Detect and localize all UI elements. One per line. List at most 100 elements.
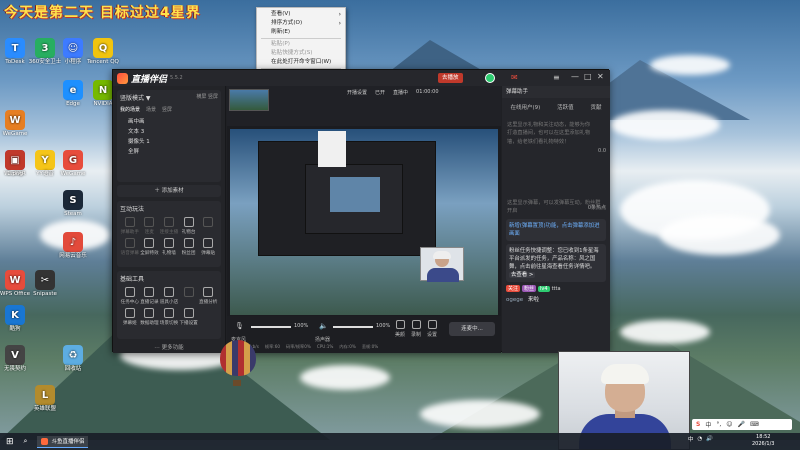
source-item[interactable]: 全屏 — [120, 147, 218, 157]
scene-tab-mine[interactable]: 我的场景 — [120, 106, 140, 113]
tab-activity[interactable]: 活跃值 — [557, 103, 574, 111]
maximize-icon[interactable]: □ — [584, 72, 592, 81]
stat-item: 丢帧:0% — [361, 344, 379, 349]
tool-button[interactable]: 数据助理 — [140, 308, 160, 326]
context-menu-item[interactable]: 查看(V) › — [257, 10, 345, 19]
title-bar[interactable]: 直播伴侣 5.5.2 去播放 ✉ ≡ — □ ✕ — [113, 70, 610, 86]
tool-button[interactable]: 直播分析 — [198, 287, 218, 305]
desktop-icon[interactable]: W WeGame — [0, 110, 34, 137]
control-icon-button[interactable]: 录制 — [411, 320, 421, 338]
control-icon — [395, 320, 405, 329]
right-panel: 弹幕助手 在线用户(9) 活跃值 贡献 这里显示礼物和关注动态，能够为你打造直播… — [502, 86, 610, 353]
tool-button[interactable]: 语音弹幕 — [120, 238, 140, 256]
submenu-arrow-icon: › — [338, 11, 341, 18]
tool-button[interactable]: 礼物台 — [179, 217, 199, 235]
desktop-icon[interactable]: S Steam — [54, 190, 92, 217]
tool-button[interactable]: 下播设置 — [179, 308, 199, 326]
volume-icon[interactable]: 🔊 — [706, 436, 713, 442]
tool-button[interactable]: 道具小店 — [159, 287, 179, 305]
control-icon-button[interactable]: 设置 — [427, 320, 437, 338]
desktop-icon[interactable]: ♪ 网易云音乐 — [54, 232, 92, 259]
menu-icon[interactable]: ≡ — [553, 73, 560, 82]
tool-button[interactable]: 弹幕贴 — [198, 238, 218, 256]
tool-icon — [144, 287, 155, 297]
control-icon-button[interactable]: 美颜 — [395, 320, 405, 338]
tool-button[interactable]: 弹幕助手 — [120, 217, 140, 235]
preview-person-body — [427, 268, 459, 282]
user-avatar[interactable] — [485, 73, 495, 83]
stream-preview[interactable] — [230, 129, 498, 315]
desktop-icon[interactable]: Q Tencent QQ — [84, 38, 122, 65]
ime-icon[interactable]: 中 — [688, 435, 694, 443]
mode-dropdown[interactable]: 竖版模式 ▼ — [120, 93, 151, 102]
tool-button[interactable]: 场景切换 — [159, 308, 179, 326]
mic-volume-slider[interactable] — [251, 326, 291, 328]
speaker-volume-slider[interactable] — [333, 326, 373, 328]
tool-button[interactable]: 任务中心 — [120, 287, 140, 305]
context-menu-item[interactable]: 刷新(E) — [257, 28, 345, 37]
mode-tab-landscape[interactable]: 横屏 — [196, 94, 206, 100]
source-item[interactable]: 画中画 — [120, 117, 218, 127]
scene-panel: 竖版模式 ▼ 横屏 竖屏 我的场景 场景 竖屏 画中画文本 3 摄像头 1 全屏 — [117, 90, 221, 182]
danmu-assistant-title: 弹幕助手 — [506, 89, 529, 95]
desktop-icon[interactable]: G WeGame — [54, 150, 92, 177]
desktop-icon[interactable]: ✂ Snipaste — [26, 270, 64, 297]
app-logo: 直播伴侣 5.5.2 — [117, 72, 183, 85]
desktop-icon[interactable]: K 酷狗 — [0, 305, 34, 332]
scene-tab-scene[interactable]: 场景 — [146, 106, 156, 113]
control-icon — [427, 320, 437, 329]
source-item[interactable]: 摄像头 1 — [120, 137, 218, 147]
go-live-button[interactable]: 连麦中... — [449, 322, 495, 336]
tool-button[interactable]: 礼物墙 — [159, 238, 179, 256]
tool-label: 全屏特效 — [140, 251, 159, 256]
user-name[interactable]: ttta — [552, 286, 561, 292]
notification-icon[interactable]: ✉ — [511, 73, 518, 82]
taskbar-app-item[interactable]: 斗鱼直播伴侣 — [37, 435, 89, 448]
tool-button[interactable]: 弹幕姬 — [120, 308, 140, 326]
more-functions-link[interactable]: ⋯ 更多功能 — [113, 343, 225, 351]
close-icon[interactable]: ✕ — [597, 72, 604, 81]
taskbar-search-icon[interactable]: ⌕ — [24, 437, 28, 446]
task-message: 粉丝任务快捷调整：您已收到1条星海平台派发的任务，产品名称：风之国舞，点击前往星… — [506, 243, 606, 283]
desktop-app-icon: K — [5, 305, 25, 325]
tool-label: 弹幕贴 — [201, 251, 216, 256]
taskbar-app-label: 斗鱼直播伴侣 — [51, 439, 85, 445]
tool-icon — [203, 217, 214, 227]
scene-tab-portrait[interactable]: 竖屏 — [162, 106, 172, 113]
tool-button[interactable]: 粉丝团 — [179, 238, 199, 256]
view-task-link[interactable]: 去查看 > — [509, 272, 536, 279]
tool-button[interactable]: 连麦 — [140, 217, 160, 235]
source-item[interactable]: 文本 3 — [120, 127, 218, 137]
desktop-icon[interactable]: L 英雄联盟 — [26, 385, 64, 412]
tool-icon — [124, 217, 135, 227]
tool-button[interactable]: 直播记录 — [140, 287, 160, 305]
stream-status-item[interactable]: 开播设置 — [347, 89, 367, 96]
source-label: 文本 3 — [128, 129, 145, 135]
tab-contribution[interactable]: 贡献 — [591, 103, 602, 111]
tool-button[interactable] — [179, 287, 199, 305]
minimize-icon[interactable]: — — [571, 72, 579, 81]
start-icon[interactable]: ⊞ — [6, 437, 14, 447]
tab-online-users[interactable]: 在线用户(9) — [510, 103, 540, 111]
tool-button[interactable]: 全屏特效 — [140, 238, 160, 256]
speaker-icon[interactable]: 🔈 — [319, 322, 328, 330]
ime-status-bar[interactable]: S 中 °, ☺ 🎤 ⌨ — [692, 419, 792, 430]
mic-icon[interactable]: 🎙 — [235, 322, 244, 330]
network-icon[interactable]: ◔ — [698, 436, 703, 442]
clock[interactable]: 18:52 2026/1/3 — [752, 434, 774, 448]
go-live-header-button[interactable]: 去播放 — [438, 73, 463, 83]
desktop-app-icon: S — [63, 190, 83, 210]
desktop-icon[interactable]: ♻ 回收站 — [54, 345, 92, 372]
add-source-button[interactable]: ＋ 添加素材 — [117, 185, 221, 197]
desktop-icon-label: WeGame — [60, 171, 86, 177]
stream-status-item: 已开 — [375, 90, 386, 96]
chat-user[interactable]: ogege — [506, 297, 523, 303]
tool-label: 任务中心 — [120, 300, 139, 305]
tool-button[interactable] — [198, 217, 218, 235]
context-menu-item[interactable]: 在此处打开命令窗口(W) — [257, 58, 345, 67]
scene-thumbnail[interactable] — [229, 89, 269, 111]
desktop-icon[interactable]: V 无畏契约 — [0, 345, 34, 372]
context-menu-item[interactable]: 排序方式(O) › — [257, 19, 345, 28]
mode-tab-portrait[interactable]: 竖屏 — [208, 94, 218, 100]
tool-button[interactable]: 连接主播 — [159, 217, 179, 235]
